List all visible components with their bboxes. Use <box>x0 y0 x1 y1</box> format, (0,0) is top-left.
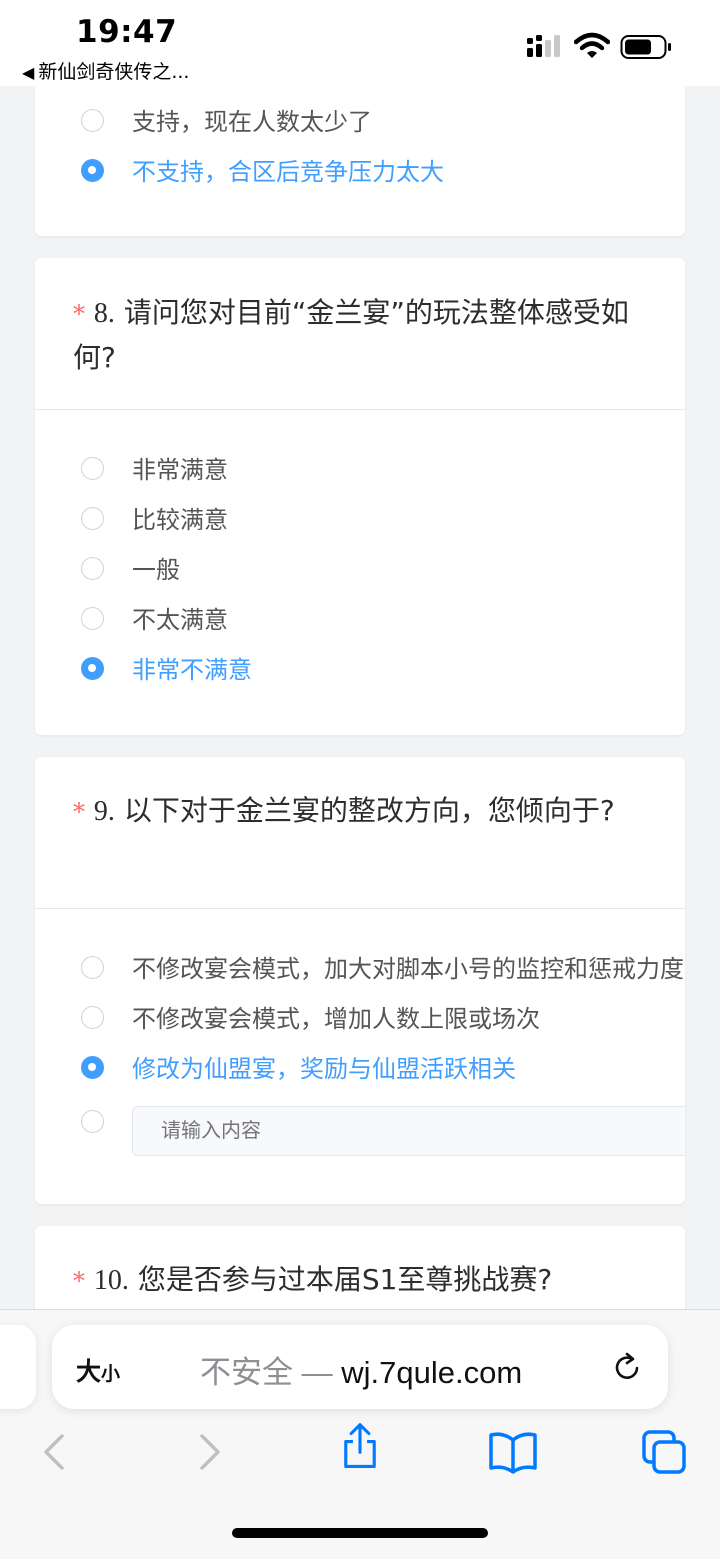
radio-button-selected[interactable] <box>81 159 104 182</box>
q9-option-other[interactable] <box>81 1106 685 1158</box>
q8-option-1[interactable]: 非常满意 <box>81 450 641 490</box>
share-icon[interactable] <box>336 1422 384 1470</box>
question-number: 10. <box>93 1265 129 1296</box>
radio-button[interactable] <box>81 557 104 580</box>
back-to-app-link[interactable]: ◀ 新仙剑奇侠传之... <box>22 57 189 84</box>
required-mark: * <box>73 300 85 328</box>
clock: 19:47 <box>76 14 178 50</box>
question-card-9: * 9. 以下对于金兰宴的整改方向，您倾向于? 不修改宴会模式，加大对脚本小号的… <box>35 757 685 1204</box>
back-chevron-icon[interactable] <box>30 1428 78 1476</box>
address-bar[interactable]: 大小 不安全 — wj.7qule.com <box>52 1325 668 1409</box>
q9-option-1[interactable]: 不修改宴会模式，加大对脚本小号的监控和惩戒力度 <box>81 949 685 989</box>
battery-icon <box>620 35 671 59</box>
back-triangle-icon: ◀ <box>22 63 35 82</box>
q9-option-3[interactable]: 修改为仙盟宴，奖励与仙盟活跃相关 <box>81 1049 641 1089</box>
url-separator: — <box>301 1355 333 1390</box>
bookmarks-icon[interactable] <box>488 1428 538 1476</box>
radio-button[interactable] <box>81 507 104 530</box>
option-label: 不修改宴会模式，加大对脚本小号的监控和惩戒力度 <box>132 955 684 983</box>
question-text: 您是否参与过本届S1至尊挑战赛? <box>137 1263 553 1296</box>
question-title: * 10. 您是否参与过本届S1至尊挑战赛? <box>73 1258 673 1303</box>
domain-label: wj.7qule.com <box>341 1355 523 1390</box>
radio-button[interactable] <box>81 457 104 480</box>
back-app-label: 新仙剑奇侠传之... <box>38 61 190 83</box>
option-label: 不太满意 <box>132 606 228 634</box>
question-card-7: 支持，现在人数太少了 不支持，合区后竞争压力太大 <box>35 60 685 236</box>
q8-option-2[interactable]: 比较满意 <box>81 500 641 540</box>
url-text[interactable]: 不安全 — wj.7qule.com <box>200 1347 522 1392</box>
radio-button[interactable] <box>81 956 104 979</box>
browser-toolbar: 大小 不安全 — wj.7qule.com <box>0 1309 720 1559</box>
required-mark: * <box>73 798 85 826</box>
option-label: 不修改宴会模式，增加人数上限或场次 <box>132 1005 540 1033</box>
question-text: 以下对于金兰宴的整改方向，您倾向于? <box>123 794 615 827</box>
question-title: * 9. 以下对于金兰宴的整改方向，您倾向于? <box>73 789 643 834</box>
q9-option-2[interactable]: 不修改宴会模式，增加人数上限或场次 <box>81 999 641 1039</box>
reload-icon[interactable] <box>610 1350 644 1384</box>
text-size-small: 小 <box>101 1363 121 1385</box>
radio-button[interactable] <box>81 607 104 630</box>
required-mark: * <box>73 1267 85 1295</box>
text-size-big: 大 <box>76 1357 102 1386</box>
option-label: 比较满意 <box>132 506 228 534</box>
question-text: 请问您对目前“金兰宴”的玩法整体感受如何? <box>73 296 629 374</box>
forward-chevron-icon[interactable] <box>186 1428 234 1476</box>
wifi-icon <box>574 32 610 58</box>
divider <box>35 908 685 909</box>
q8-option-5[interactable]: 非常不满意 <box>81 650 641 690</box>
radio-button[interactable] <box>81 1110 104 1133</box>
divider <box>35 409 685 410</box>
option-label: 一般 <box>132 556 180 584</box>
radio-button-selected[interactable] <box>81 1056 104 1079</box>
question-number: 9. <box>93 796 115 827</box>
option-label: 不支持，合区后竞争压力太大 <box>132 158 444 186</box>
option-label: 非常满意 <box>132 456 228 484</box>
insecure-label: 不安全 <box>200 1355 293 1390</box>
q7-option-1[interactable]: 支持，现在人数太少了 <box>81 102 641 142</box>
home-indicator[interactable] <box>232 1528 488 1538</box>
cellular-signal-icon <box>527 35 560 57</box>
radio-button[interactable] <box>81 109 104 132</box>
option-label: 非常不满意 <box>132 656 252 684</box>
q8-option-4[interactable]: 不太满意 <box>81 600 641 640</box>
option-label: 修改为仙盟宴，奖励与仙盟活跃相关 <box>132 1055 516 1083</box>
option-label: 支持，现在人数太少了 <box>132 108 372 136</box>
tabs-icon[interactable] <box>640 1428 688 1476</box>
question-title: * 8. 请问您对目前“金兰宴”的玩法整体感受如何? <box>73 291 643 380</box>
q7-option-2[interactable]: 不支持，合区后竞争压力太大 <box>81 152 641 192</box>
q8-option-3[interactable]: 一般 <box>81 550 641 590</box>
question-number: 8. <box>93 298 115 329</box>
status-bar: 19:47 ◀ 新仙剑奇侠传之... <box>0 0 720 86</box>
question-card-8: * 8. 请问您对目前“金兰宴”的玩法整体感受如何? 非常满意 比较满意 一般 … <box>35 258 685 735</box>
radio-button-selected[interactable] <box>81 657 104 680</box>
radio-button[interactable] <box>81 1006 104 1029</box>
other-text-input[interactable] <box>132 1106 685 1156</box>
previous-tab-preview[interactable] <box>0 1325 36 1409</box>
text-size-button[interactable]: 大小 <box>76 1352 120 1388</box>
